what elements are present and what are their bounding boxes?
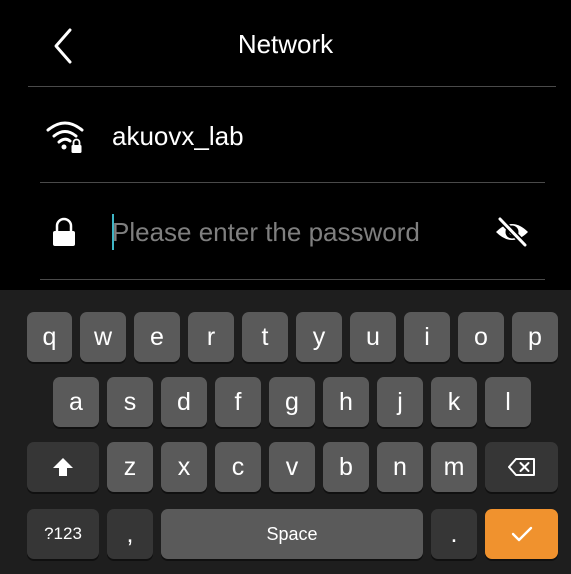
key-t[interactable]: t (242, 312, 288, 362)
password-divider (40, 279, 545, 280)
key-i[interactable]: i (404, 312, 450, 362)
symbols-key[interactable]: ?123 (27, 509, 99, 559)
key-x[interactable]: x (161, 442, 207, 492)
key-p[interactable]: p (512, 312, 558, 362)
key-j[interactable]: j (377, 377, 423, 427)
toggle-visibility-button[interactable] (492, 214, 532, 250)
key-a[interactable]: a (53, 377, 99, 427)
key-e[interactable]: e (134, 312, 180, 362)
done-key[interactable] (485, 509, 558, 559)
key-s[interactable]: s (107, 377, 153, 427)
key-h[interactable]: h (323, 377, 369, 427)
wifi-locked-icon (46, 121, 84, 153)
text-cursor (112, 214, 114, 250)
page-title: Network (237, 29, 334, 59)
key-d[interactable]: d (161, 377, 207, 427)
key-q[interactable]: q (27, 312, 72, 362)
key-g[interactable]: g (269, 377, 315, 427)
header: Network (0, 0, 571, 86)
comma-key[interactable]: , (107, 509, 153, 559)
key-o[interactable]: o (458, 312, 504, 362)
period-key[interactable]: . (431, 509, 477, 559)
header-divider (28, 86, 556, 87)
on-screen-keyboard: q w e r t y u i o p a s d f g h j k l z … (0, 290, 571, 574)
backspace-icon (507, 458, 535, 476)
key-w[interactable]: w (80, 312, 126, 362)
key-m[interactable]: m (431, 442, 477, 492)
network-divider (40, 182, 545, 183)
eye-off-icon (496, 216, 528, 248)
network-ssid: akuovx_lab (112, 121, 244, 151)
key-l[interactable]: l (485, 377, 531, 427)
key-n[interactable]: n (377, 442, 423, 492)
shift-key[interactable] (27, 442, 99, 492)
key-z[interactable]: z (107, 442, 153, 492)
password-row (40, 196, 545, 268)
key-k[interactable]: k (431, 377, 477, 427)
key-c[interactable]: c (215, 442, 261, 492)
key-y[interactable]: y (296, 312, 342, 362)
checkmark-icon (511, 526, 532, 542)
key-b[interactable]: b (323, 442, 369, 492)
shift-arrow-icon (53, 458, 73, 476)
space-key[interactable]: Space (161, 509, 423, 559)
backspace-key[interactable] (485, 442, 558, 492)
key-r[interactable]: r (188, 312, 234, 362)
network-row: akuovx_lab (40, 100, 545, 170)
key-v[interactable]: v (269, 442, 315, 492)
network-settings-screen: Network akuovx_lab q w e r t y u i o p a… (0, 0, 571, 574)
lock-icon (53, 217, 75, 246)
password-input[interactable] (112, 212, 472, 252)
key-u[interactable]: u (350, 312, 396, 362)
key-f[interactable]: f (215, 377, 261, 427)
